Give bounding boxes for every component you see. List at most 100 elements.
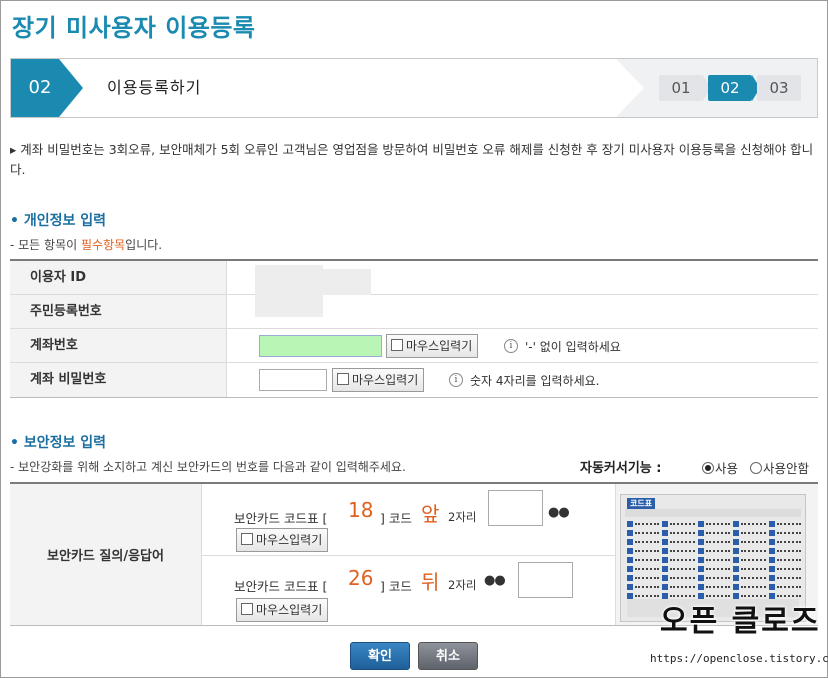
card-grid-cell bbox=[697, 575, 731, 581]
card-cell-number-box bbox=[697, 566, 704, 572]
q2-code-input[interactable] bbox=[518, 562, 573, 598]
password-cell: 마우스입력기 i 숫자 4자리를 입력하세요. bbox=[227, 363, 818, 397]
card-grid-cell bbox=[627, 584, 660, 590]
card-grid-cell bbox=[697, 530, 731, 536]
card-cell-dots bbox=[776, 541, 801, 543]
card-cell-number-box bbox=[697, 575, 704, 581]
card-grid-cell bbox=[697, 521, 731, 527]
card-title: 코드표 bbox=[627, 498, 656, 509]
q2-position: 뒤 bbox=[421, 570, 440, 594]
radio-selected-icon[interactable] bbox=[702, 462, 714, 474]
q1-code-input[interactable] bbox=[488, 490, 543, 526]
security-card-row-label: 보안카드 질의/응답어 bbox=[10, 484, 202, 625]
card-grid-cell bbox=[733, 530, 766, 536]
card-cell-dots bbox=[776, 577, 801, 579]
card-grid-cell bbox=[627, 539, 660, 545]
account-number-input[interactable] bbox=[259, 335, 382, 357]
card-grid-cell bbox=[733, 521, 766, 527]
card-grid-cell bbox=[768, 575, 801, 581]
checkbox-icon[interactable] bbox=[241, 603, 253, 615]
card-grid-cell bbox=[733, 575, 766, 581]
card-cell-number-box bbox=[627, 566, 633, 572]
card-cell-number-box bbox=[733, 548, 740, 554]
q1-mid: ] 코드 bbox=[380, 511, 412, 526]
notice-body: 계좌 비밀번호는 3회오류, 보안매체가 5회 오류인 고객님은 영업점을 방문… bbox=[10, 142, 814, 177]
card-grid-cell bbox=[627, 530, 660, 536]
card-cell-dots bbox=[670, 532, 695, 534]
card-cell-number-box bbox=[662, 548, 669, 554]
card-grid-cell bbox=[662, 557, 695, 563]
checkbox-icon[interactable] bbox=[241, 533, 253, 545]
card-grid-cell bbox=[733, 548, 766, 554]
account-mouse-input-button[interactable]: 마우스입력기 bbox=[386, 334, 479, 358]
checkbox-icon[interactable] bbox=[391, 339, 403, 351]
card-cell-number-box bbox=[697, 557, 704, 563]
q1-mouse-input-label: 마우스입력기 bbox=[256, 533, 323, 547]
checkbox-icon[interactable] bbox=[337, 373, 349, 385]
info-icon: i bbox=[504, 339, 518, 353]
user-id-row: 이용자 ID bbox=[10, 261, 818, 317]
card-cell-number-box bbox=[697, 584, 704, 590]
q2-mouse-input-button[interactable]: 마우스입력기 bbox=[236, 598, 329, 622]
password-label: 계좌 비밀번호 bbox=[10, 363, 227, 397]
q2-code-number: 26 bbox=[348, 566, 374, 590]
rrn-label: 주민등록번호 bbox=[10, 295, 227, 328]
card-cell-dots bbox=[741, 586, 766, 588]
confirm-button[interactable]: 확인 bbox=[350, 642, 410, 670]
info-icon: i bbox=[449, 373, 463, 387]
radio-unselected-icon[interactable] bbox=[750, 462, 762, 474]
account-cell: 마우스입력기 i '-' 없이 입력하세요 bbox=[227, 329, 818, 362]
account-label: 계좌번호 bbox=[10, 329, 227, 362]
q2-prefix: 보안카드 코드표 [ bbox=[234, 579, 328, 594]
card-cell-number-box bbox=[627, 539, 633, 545]
security-section-title: • 보안정보 입력 bbox=[10, 435, 106, 451]
card-cell-dots bbox=[670, 586, 695, 588]
auto-cursor-label: 자동커서기능 : bbox=[580, 461, 662, 476]
card-cell-dots bbox=[635, 541, 660, 543]
q2-mid: ] 코드 bbox=[380, 579, 412, 594]
account-password-input[interactable] bbox=[259, 369, 327, 391]
card-cell-dots bbox=[741, 541, 766, 543]
personal-section-subtitle: - 모든 항목이 필수항목입니다. bbox=[10, 236, 162, 253]
rrn-value bbox=[227, 295, 818, 328]
card-grid-cell bbox=[768, 548, 801, 554]
card-cell-dots bbox=[670, 559, 695, 561]
card-cell-dots bbox=[705, 586, 731, 588]
card-cell-dots bbox=[741, 559, 766, 561]
radio-use-label: 사용 bbox=[715, 461, 739, 476]
q1-mouse-input-button[interactable]: 마우스입력기 bbox=[236, 528, 329, 552]
card-cell-dots bbox=[635, 595, 660, 597]
card-grid-cell bbox=[662, 584, 695, 590]
password-mouse-input-button[interactable]: 마우스입력기 bbox=[332, 368, 425, 392]
watermark-url: https://openclose.tistory.com bbox=[650, 652, 828, 665]
card-cell-dots bbox=[670, 541, 695, 543]
card-cell-number-box bbox=[733, 566, 740, 572]
card-grid-cell bbox=[662, 539, 695, 545]
q2-mask: ●● bbox=[484, 573, 506, 588]
card-grid-cell bbox=[768, 584, 801, 590]
card-cell-number-box bbox=[733, 521, 740, 527]
card-grid-cell bbox=[733, 539, 766, 545]
card-cell-number-box bbox=[733, 584, 740, 590]
card-cell-dots bbox=[741, 550, 766, 552]
card-cell-number-box bbox=[733, 575, 740, 581]
auto-cursor-use-radio[interactable]: 사용 bbox=[702, 458, 738, 477]
card-serial-band bbox=[625, 509, 801, 517]
subtitle-prefix: - 모든 항목이 bbox=[10, 238, 81, 252]
auto-cursor-no-use-radio[interactable]: 사용안함 bbox=[750, 458, 809, 477]
card-cell-dots bbox=[741, 568, 766, 570]
step-chip-01: 01 bbox=[659, 75, 703, 101]
card-cell-dots bbox=[670, 523, 695, 525]
card-cell-number-box bbox=[733, 557, 740, 563]
card-cell-number-box bbox=[697, 521, 704, 527]
q1-position: 앞 bbox=[421, 502, 440, 526]
card-cell-number-box bbox=[662, 566, 669, 572]
user-id-masked-2 bbox=[323, 269, 371, 295]
card-cell-dots bbox=[776, 586, 801, 588]
card-grid-cell bbox=[662, 548, 695, 554]
card-cell-number-box bbox=[627, 557, 633, 563]
card-grid-cell bbox=[733, 566, 766, 572]
card-grid-cell bbox=[768, 530, 801, 536]
cancel-button[interactable]: 취소 bbox=[418, 642, 478, 670]
security-section-title-text: 보안정보 입력 bbox=[23, 435, 106, 451]
